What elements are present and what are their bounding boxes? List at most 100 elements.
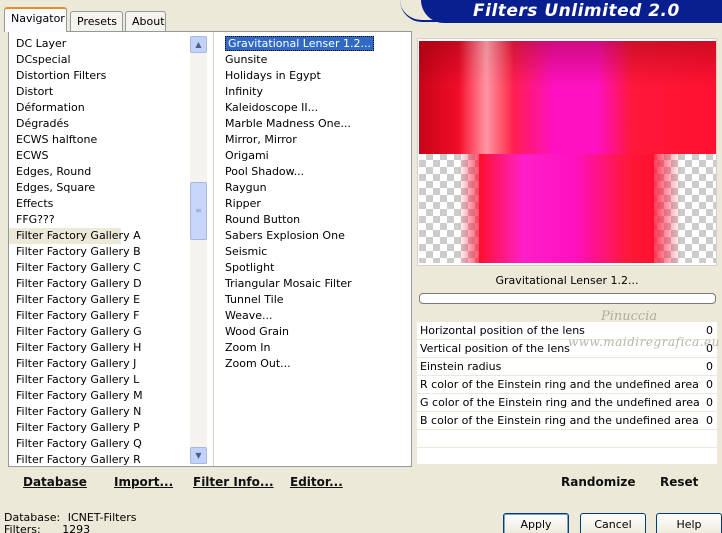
parameter-row[interactable]: R color of the Einstein ring and the und…	[417, 376, 717, 394]
scroll-thumb[interactable]: ≡	[190, 182, 207, 240]
filter-item[interactable]: Holidays in Egypt	[214, 68, 411, 84]
filter-item[interactable]: Wood Grain	[214, 324, 411, 340]
filter-item[interactable]: Tunnel Tile	[214, 292, 411, 308]
filter-item[interactable]: Origami	[214, 148, 411, 164]
editor-button[interactable]: Editor...	[290, 475, 343, 489]
scroll-up-button[interactable]: ▲	[190, 36, 207, 53]
category-item[interactable]: Filter Factory Gallery L	[9, 372, 190, 388]
category-item[interactable]: Filter Factory Gallery H	[9, 340, 190, 356]
filter-item-label: Kaleidoscope II...	[225, 101, 319, 114]
filter-item[interactable]: Zoom In	[214, 340, 411, 356]
filter-item-label: Marble Madness One...	[225, 117, 351, 130]
category-item[interactable]: Filter Factory Gallery G	[9, 324, 190, 340]
category-item[interactable]: Filter Factory Gallery F	[9, 308, 190, 324]
filter-item[interactable]: Sabers Explosion One	[214, 228, 411, 244]
category-item[interactable]: Filter Factory Gallery A	[9, 228, 141, 244]
preview-filter-name: Gravitational Lenser 1.2...	[417, 271, 717, 291]
filter-item[interactable]: Kaleidoscope II...	[214, 100, 411, 116]
category-item[interactable]: Edges, Square	[9, 180, 190, 196]
category-item[interactable]: Filter Factory Gallery M	[9, 388, 190, 404]
filter-item-label: Gunsite	[225, 53, 268, 66]
filter-item-label: Seismic	[225, 245, 268, 258]
filters-label: Filters:	[4, 523, 41, 533]
cancel-button[interactable]: Cancel	[580, 513, 646, 533]
parameter-row[interactable]: B color of the Einstein ring and the und…	[417, 412, 717, 430]
category-item[interactable]: ECWS halftone	[9, 132, 190, 148]
filter-item[interactable]: Triangular Mosaic Filter	[214, 276, 411, 292]
category-item[interactable]: Filter Factory Gallery R	[9, 452, 190, 466]
filter-item[interactable]: Marble Madness One...	[214, 116, 411, 132]
filter-item[interactable]: Seismic	[214, 244, 411, 260]
category-item[interactable]: Filter Factory Gallery P	[9, 420, 190, 436]
parameter-value[interactable]: 0	[706, 394, 713, 412]
category-item[interactable]: DCspecial	[9, 52, 190, 68]
category-item[interactable]: Déformation	[9, 100, 190, 116]
category-item[interactable]: Effects	[9, 196, 190, 212]
filter-item-label: Zoom Out...	[225, 357, 291, 370]
preview-bottom-fade-left	[459, 154, 484, 263]
app-title-banner: Filters Unlimited 2.0	[421, 0, 722, 23]
filter-item[interactable]: Pool Shadow...	[214, 164, 411, 180]
filter-item[interactable]: Zoom Out...	[214, 356, 411, 372]
filter-item[interactable]: Gunsite	[214, 52, 411, 68]
category-item[interactable]: Filter Factory Gallery J	[9, 356, 190, 372]
randomize-button[interactable]: Randomize	[561, 475, 635, 489]
category-item[interactable]: Filter Factory Gallery B	[9, 244, 190, 260]
preview-image[interactable]	[419, 41, 716, 263]
category-scrollbar[interactable]: ▲ ≡ ▼	[190, 36, 207, 464]
filter-item[interactable]: Gravitational Lenser 1.2...	[214, 36, 411, 52]
preview-highlight	[459, 41, 514, 154]
filter-item[interactable]: Infinity	[214, 84, 411, 100]
filter-item[interactable]: Spotlight	[214, 260, 411, 276]
reset-button[interactable]: Reset	[660, 475, 698, 489]
parameter-value[interactable]: 0	[706, 412, 713, 430]
category-item[interactable]: Filter Factory Gallery Q	[9, 436, 190, 452]
scroll-down-button[interactable]: ▼	[190, 447, 207, 464]
tab-presets[interactable]: Presets	[70, 11, 123, 31]
category-item[interactable]: Filter Factory Gallery N	[9, 404, 190, 420]
parameter-value[interactable]: 0	[706, 358, 713, 376]
parameter-value[interactable]: 0	[706, 376, 713, 394]
preview-bottom-fade-right	[651, 154, 681, 263]
navigator-panel: DC Layer DCspecial Distortion Filters Disto…	[8, 31, 412, 467]
filter-item[interactable]: Ripper	[214, 196, 411, 212]
category-item[interactable]: Distort	[9, 84, 190, 100]
filter-item[interactable]: Raygun	[214, 180, 411, 196]
import-button[interactable]: Import...	[114, 475, 173, 489]
filter-item-label: Sabers Explosion One	[225, 229, 345, 242]
category-item[interactable]: FFG???	[9, 212, 190, 228]
category-list[interactable]: DC Layer DCspecial Distortion Filters Disto…	[9, 32, 190, 466]
left-action-bar: Database Import... Filter Info... Editor…	[8, 472, 412, 495]
category-item[interactable]: Dégradés	[9, 116, 190, 132]
preview-bottom-band	[479, 154, 654, 263]
filter-item[interactable]: Mirror, Mirror	[214, 132, 411, 148]
parameter-label: B color of the Einstein ring and the und…	[420, 414, 699, 427]
filter-item[interactable]: Round Button	[214, 212, 411, 228]
category-item[interactable]: Distortion Filters	[9, 68, 190, 84]
category-item[interactable]: DC Layer	[9, 36, 190, 52]
category-item[interactable]: Filter Factory Gallery D	[9, 276, 190, 292]
category-item[interactable]: Edges, Round	[9, 164, 190, 180]
parameter-label: R color of the Einstein ring and the und…	[420, 378, 699, 391]
parameter-row[interactable]: G color of the Einstein ring and the und…	[417, 394, 717, 412]
tab-navigator[interactable]: Navigator	[4, 7, 67, 32]
filter-item[interactable]: Weave...	[214, 308, 411, 324]
database-button[interactable]: Database	[23, 475, 87, 489]
filter-item-label: Ripper	[225, 197, 261, 210]
filter-info-button[interactable]: Filter Info...	[193, 475, 274, 489]
filter-item-label: Zoom In	[225, 341, 271, 354]
filter-item-label: Round Button	[225, 213, 301, 226]
help-button[interactable]: Help	[656, 513, 722, 533]
category-item[interactable]: Filter Factory Gallery C	[9, 260, 190, 276]
filter-item-label: Triangular Mosaic Filter	[225, 277, 352, 290]
parameter-row[interactable]: Einstein radius 0	[417, 358, 717, 376]
filter-item-label: Infinity	[225, 85, 263, 98]
filter-item-label: Tunnel Tile	[225, 293, 284, 306]
category-item[interactable]: Filter Factory Gallery E	[9, 292, 190, 308]
parameter-label: Vertical position of the lens	[420, 342, 570, 355]
tab-about[interactable]: About	[125, 11, 166, 31]
filter-item-label: Holidays in Egypt	[225, 69, 321, 82]
category-item[interactable]: ECWS	[9, 148, 190, 164]
apply-button[interactable]: Apply	[503, 513, 569, 533]
filter-list[interactable]: Gravitational Lenser 1.2... Gunsite Holida…	[213, 32, 411, 466]
